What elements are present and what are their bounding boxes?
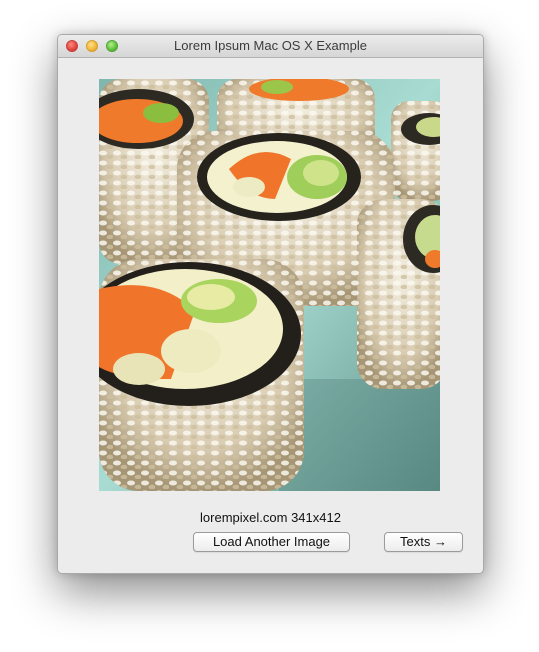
title-bar[interactable]: Lorem Ipsum Mac OS X Example [58, 35, 483, 58]
sushi-photo-illustration [99, 79, 440, 491]
load-another-image-button[interactable]: Load Another Image [193, 532, 350, 552]
sushi-roll-front [99, 259, 304, 491]
sushi-photo [99, 79, 440, 491]
sushi-roll-top-right [391, 101, 440, 201]
desktop: Lorem Ipsum Mac OS X Example lorempixel.… [0, 0, 539, 652]
app-window: Lorem Ipsum Mac OS X Example lorempixel.… [57, 34, 484, 574]
sushi-roll-right [357, 199, 440, 389]
window-title: Lorem Ipsum Mac OS X Example [174, 38, 367, 53]
image-caption: lorempixel.com 341x412 [200, 510, 341, 525]
window-content: lorempixel.com 341x412 Load Another Imag… [58, 58, 483, 573]
texts-button[interactable]: Texts → [384, 532, 463, 552]
